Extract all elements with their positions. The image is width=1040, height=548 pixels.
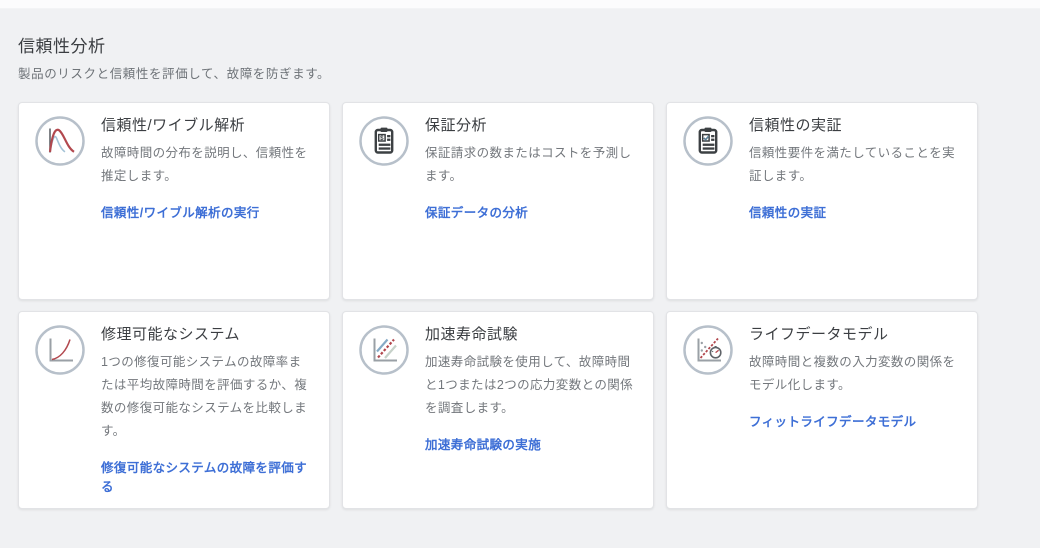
card-title: 信頼性/ワイブル解析 [101,115,314,137]
card-title: ライフデータモデル [749,324,962,346]
demonstrate-reliability-link[interactable]: 信頼性の実証 [749,202,826,221]
warranty-clipboard-icon: $ [358,115,410,167]
run-weibull-analysis-link[interactable]: 信頼性/ワイブル解析の実行 [101,202,260,221]
perform-accelerated-life-test-link[interactable]: 加速寿命試験の実施 [425,434,541,453]
trend-lines-icon [358,324,410,376]
growth-curve-icon [34,324,86,376]
analysis-cards-grid: 信頼性/ワイブル解析 故障時間の分布を説明し、信頼性を推定します。 信頼性/ワイ… [18,102,978,509]
card-weibull-analysis: 信頼性/ワイブル解析 故障時間の分布を説明し、信頼性を推定します。 信頼性/ワイ… [18,102,330,300]
card-description: 保証請求の数またはコストを予測します。 [425,142,638,188]
weibull-distribution-icon [34,115,86,167]
card-reliability-demonstration: 信頼性の実証 信頼性要件を満たしていることを実証します。 信頼性の実証 [666,102,978,300]
card-description: 信頼性要件を満たしていることを実証します。 [749,142,962,188]
fit-life-data-model-link[interactable]: フィットライフデータモデル [749,411,916,430]
card-title: 修理可能なシステム [101,324,314,346]
card-description: 加速寿命試験を使用して、故障時間と1つまたは2つの応力変数との関係を調査します。 [425,351,638,420]
top-strip [0,0,1040,9]
card-description: 故障時間と複数の入力変数の関係をモデル化します。 [749,351,962,397]
card-title: 信頼性の実証 [749,115,962,137]
card-warranty-analysis: $ 保証分析 保証請求の数またはコストを予測します。 保証データの分析 [342,102,654,300]
card-title: 加速寿命試験 [425,324,638,346]
scatter-gauge-icon [682,324,734,376]
card-description: 1つの修復可能システムの故障率または平均故障時間を評価するか、複数の修復可能なシ… [101,351,314,443]
card-accelerated-life-testing: 加速寿命試験 加速寿命試験を使用して、故障時間と1つまたは2つの応力変数との関係… [342,311,654,509]
card-repairable-systems: 修理可能なシステム 1つの修復可能システムの故障率または平均故障時間を評価するか… [18,311,330,509]
svg-text:$: $ [380,135,384,142]
card-description: 故障時間の分布を説明し、信頼性を推定します。 [101,142,314,188]
page-title: 信頼性分析 [18,32,1022,57]
page-subtitle: 製品のリスクと信頼性を評価して、故障を防ぎます。 [18,63,1022,82]
evaluate-repairable-system-link[interactable]: 修復可能なシステムの故障を評価する [101,457,314,495]
analyze-warranty-data-link[interactable]: 保証データの分析 [425,202,528,221]
demonstration-clipboard-icon [682,115,734,167]
card-title: 保証分析 [425,115,638,137]
page-header: 信頼性分析 製品のリスクと信頼性を評価して、故障を防ぎます。 [18,32,1022,82]
card-life-data-model: ライフデータモデル 故障時間と複数の入力変数の関係をモデル化します。 フィットラ… [666,311,978,509]
